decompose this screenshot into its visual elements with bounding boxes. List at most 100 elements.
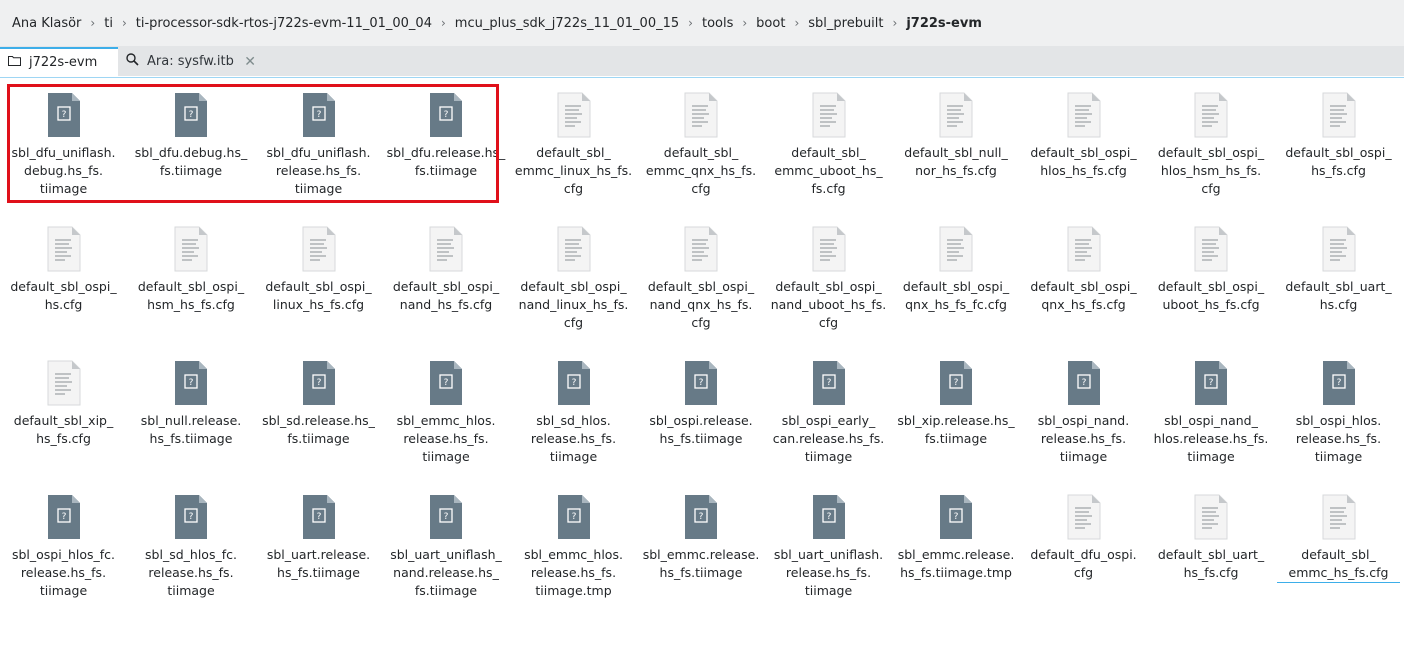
text-file-icon <box>1192 226 1230 272</box>
file-item[interactable]: default_sbl_ospi_ qnx_hs_fs.cfg <box>1020 218 1147 344</box>
file-item[interactable]: default_sbl_ospi_ hsm_hs_fs.cfg <box>128 218 255 344</box>
file-name: default_sbl_ospi_ hlos_hsm_hs_fs. cfg <box>1157 145 1265 196</box>
file-item[interactable]: ? sbl_sd_hlos_fc. release.hs_fs. tiimage <box>128 486 255 612</box>
breadcrumb-item[interactable]: ti-processor-sdk-rtos-j722s-evm-11_01_00… <box>130 16 438 31</box>
svg-text:?: ? <box>1209 378 1214 388</box>
file-item[interactable]: ? sbl_null.release. hs_fs.tiimage <box>128 352 255 478</box>
file-item[interactable]: ? sbl_dfu_uniflash. debug.hs_fs. tiimage <box>0 84 127 210</box>
file-item[interactable]: ? sbl_xip.release.hs_ fs.tiimage <box>893 352 1020 478</box>
binary-file-icon: ? <box>45 494 83 540</box>
file-name: sbl_sd_hlos. release.hs_fs. tiimage <box>530 413 617 464</box>
tab-search-sysfw[interactable]: Ara: sysfw.itb ✕ <box>118 47 264 76</box>
tab-label: Ara: sysfw.itb <box>147 54 234 69</box>
file-item[interactable]: ? sbl_ospi_early_ can.release.hs_fs. tiim… <box>765 352 892 478</box>
file-name: default_sbl_ emmc_uboot_hs_ fs.cfg <box>774 145 883 196</box>
svg-text:?: ? <box>699 378 704 388</box>
file-item[interactable]: ? sbl_ospi_hlos. release.hs_fs. tiimage <box>1275 352 1402 478</box>
file-item[interactable]: ? sbl_uart_uniflash_ nand.release.hs_ fs.… <box>383 486 510 612</box>
breadcrumb-item[interactable]: mcu_plus_sdk_j722s_11_01_00_15 <box>449 16 685 31</box>
file-name: default_sbl_null_ nor_hs_fs.cfg <box>904 145 1008 178</box>
binary-file-icon: ? <box>1192 360 1230 406</box>
file-name: sbl_dfu_uniflash. release.hs_fs. tiimage <box>266 145 371 196</box>
binary-file-icon: ? <box>427 494 465 540</box>
svg-text:?: ? <box>189 110 194 120</box>
breadcrumb-item[interactable]: boot <box>750 16 791 31</box>
file-name: default_dfu_ospi. cfg <box>1030 547 1137 580</box>
breadcrumb-item[interactable]: sbl_prebuilt <box>802 16 889 31</box>
file-item[interactable]: default_sbl_null_ nor_hs_fs.cfg <box>893 84 1020 210</box>
file-name: sbl_sd.release.hs_ fs.tiimage <box>262 413 375 446</box>
file-item[interactable]: default_sbl_ospi_ hs_fs.cfg <box>1275 84 1402 210</box>
file-item[interactable]: ? sbl_dfu_uniflash. release.hs_fs. tiimag… <box>255 84 382 210</box>
breadcrumb-separator: › <box>742 16 748 30</box>
binary-file-icon: ? <box>682 494 720 540</box>
file-item[interactable]: default_sbl_ospi_ qnx_hs_fs_fc.cfg <box>893 218 1020 344</box>
text-file-icon <box>937 92 975 138</box>
file-item[interactable]: default_sbl_ospi_ uboot_hs_fs.cfg <box>1148 218 1275 344</box>
file-name: default_sbl_ emmc_qnx_hs_fs. cfg <box>645 145 757 196</box>
file-item[interactable]: default_sbl_ emmc_uboot_hs_ fs.cfg <box>765 84 892 210</box>
file-item[interactable]: default_sbl_ospi_ nand_uboot_hs_fs. cfg <box>765 218 892 344</box>
file-name: sbl_uart_uniflash. release.hs_fs. tiimag… <box>773 547 884 598</box>
tab-j722s-evm[interactable]: j722s-evm <box>0 47 118 76</box>
breadcrumb-item[interactable]: tools <box>696 16 739 31</box>
file-item[interactable]: ? sbl_ospi_nand. release.hs_fs. tiimage <box>1020 352 1147 478</box>
binary-file-icon: ? <box>172 360 210 406</box>
file-name: sbl_ospi_early_ can.release.hs_fs. tiima… <box>772 413 885 464</box>
file-item[interactable]: default_sbl_ospi_ hlos_hsm_hs_fs. cfg <box>1148 84 1275 210</box>
breadcrumb-item[interactable]: Ana Klasör <box>0 16 87 31</box>
file-item[interactable]: ? sbl_uart.release. hs_fs.tiimage <box>255 486 382 612</box>
file-grid: ? sbl_dfu_uniflash. debug.hs_fs. tiimage?… <box>0 84 1404 644</box>
file-item[interactable]: ? sbl_sd.release.hs_ fs.tiimage <box>255 352 382 478</box>
file-item[interactable]: ? sbl_emmc_hlos. release.hs_fs. tiimage <box>383 352 510 478</box>
file-item[interactable]: default_sbl_ospi_ nand_hs_fs.cfg <box>383 218 510 344</box>
file-item[interactable]: ? sbl_dfu.release.hs_ fs.tiimage <box>383 84 510 210</box>
file-item[interactable]: default_sbl_ospi_ nand_linux_hs_fs. cfg <box>510 218 637 344</box>
breadcrumb-item[interactable]: j722s-evm <box>900 16 988 31</box>
file-item[interactable]: default_sbl_ospi_ linux_hs_fs.cfg <box>255 218 382 344</box>
svg-text:?: ? <box>954 378 959 388</box>
file-name: default_sbl_ emmc_linux_hs_fs. cfg <box>514 145 633 196</box>
breadcrumb-item[interactable]: ti <box>98 16 119 31</box>
svg-text:?: ? <box>571 378 576 388</box>
svg-text:?: ? <box>1336 378 1341 388</box>
file-item[interactable]: ? sbl_ospi.release. hs_fs.tiimage <box>638 352 765 478</box>
svg-text:?: ? <box>61 110 66 120</box>
breadcrumb-separator: › <box>440 16 446 30</box>
file-item[interactable]: default_sbl_ospi_ hs.cfg <box>0 218 127 344</box>
binary-file-icon: ? <box>1065 360 1103 406</box>
file-item[interactable]: default_sbl_ emmc_linux_hs_fs. cfg <box>510 84 637 210</box>
file-item[interactable]: default_sbl_ emmc_qnx_hs_fs. cfg <box>638 84 765 210</box>
file-item[interactable]: default_sbl_ospi_ nand_qnx_hs_fs. cfg <box>638 218 765 344</box>
file-item[interactable]: ? sbl_emmc_hlos. release.hs_fs. tiimage.t… <box>510 486 637 612</box>
file-name: default_sbl_ospi_ qnx_hs_fs.cfg <box>1030 279 1137 312</box>
binary-file-icon: ? <box>937 494 975 540</box>
file-name: default_sbl_xip_ hs_fs.cfg <box>13 413 114 446</box>
file-item[interactable]: default_sbl_xip_ hs_fs.cfg <box>0 352 127 478</box>
text-file-icon <box>1065 494 1103 540</box>
file-item[interactable]: default_sbl_ emmc_hs_fs.cfg <box>1275 486 1402 612</box>
file-item[interactable]: default_sbl_uart_ hs_fs.cfg <box>1148 486 1275 612</box>
text-file-icon <box>1065 226 1103 272</box>
file-item[interactable]: default_sbl_uart_ hs.cfg <box>1275 218 1402 344</box>
file-item[interactable]: ? sbl_emmc.release. hs_fs.tiimage.tmp <box>893 486 1020 612</box>
file-item[interactable]: ? sbl_dfu.debug.hs_ fs.tiimage <box>128 84 255 210</box>
file-item[interactable]: ? sbl_ospi_hlos_fc. release.hs_fs. tiimag… <box>0 486 127 612</box>
svg-text:?: ? <box>826 512 831 522</box>
file-name: sbl_dfu.release.hs_ fs.tiimage <box>386 145 506 178</box>
close-icon[interactable]: ✕ <box>244 54 256 70</box>
breadcrumb-separator: › <box>688 16 693 30</box>
file-item[interactable]: ? sbl_sd_hlos. release.hs_fs. tiimage <box>510 352 637 478</box>
binary-file-icon: ? <box>300 494 338 540</box>
file-item[interactable]: ? sbl_emmc.release. hs_fs.tiimage <box>638 486 765 612</box>
file-item[interactable]: default_sbl_ospi_ hlos_hs_fs.cfg <box>1020 84 1147 210</box>
file-item[interactable]: default_dfu_ospi. cfg <box>1020 486 1147 612</box>
file-item[interactable]: ? sbl_uart_uniflash. release.hs_fs. tiima… <box>765 486 892 612</box>
breadcrumb-separator: › <box>121 16 127 30</box>
text-file-icon <box>427 226 465 272</box>
file-item[interactable]: ? sbl_ospi_nand_ hlos.release.hs_fs. tiim… <box>1148 352 1275 478</box>
file-name: sbl_emmc.release. hs_fs.tiimage <box>642 547 760 580</box>
text-file-icon <box>1320 92 1358 138</box>
text-file-icon <box>810 226 848 272</box>
binary-file-icon: ? <box>172 92 210 138</box>
